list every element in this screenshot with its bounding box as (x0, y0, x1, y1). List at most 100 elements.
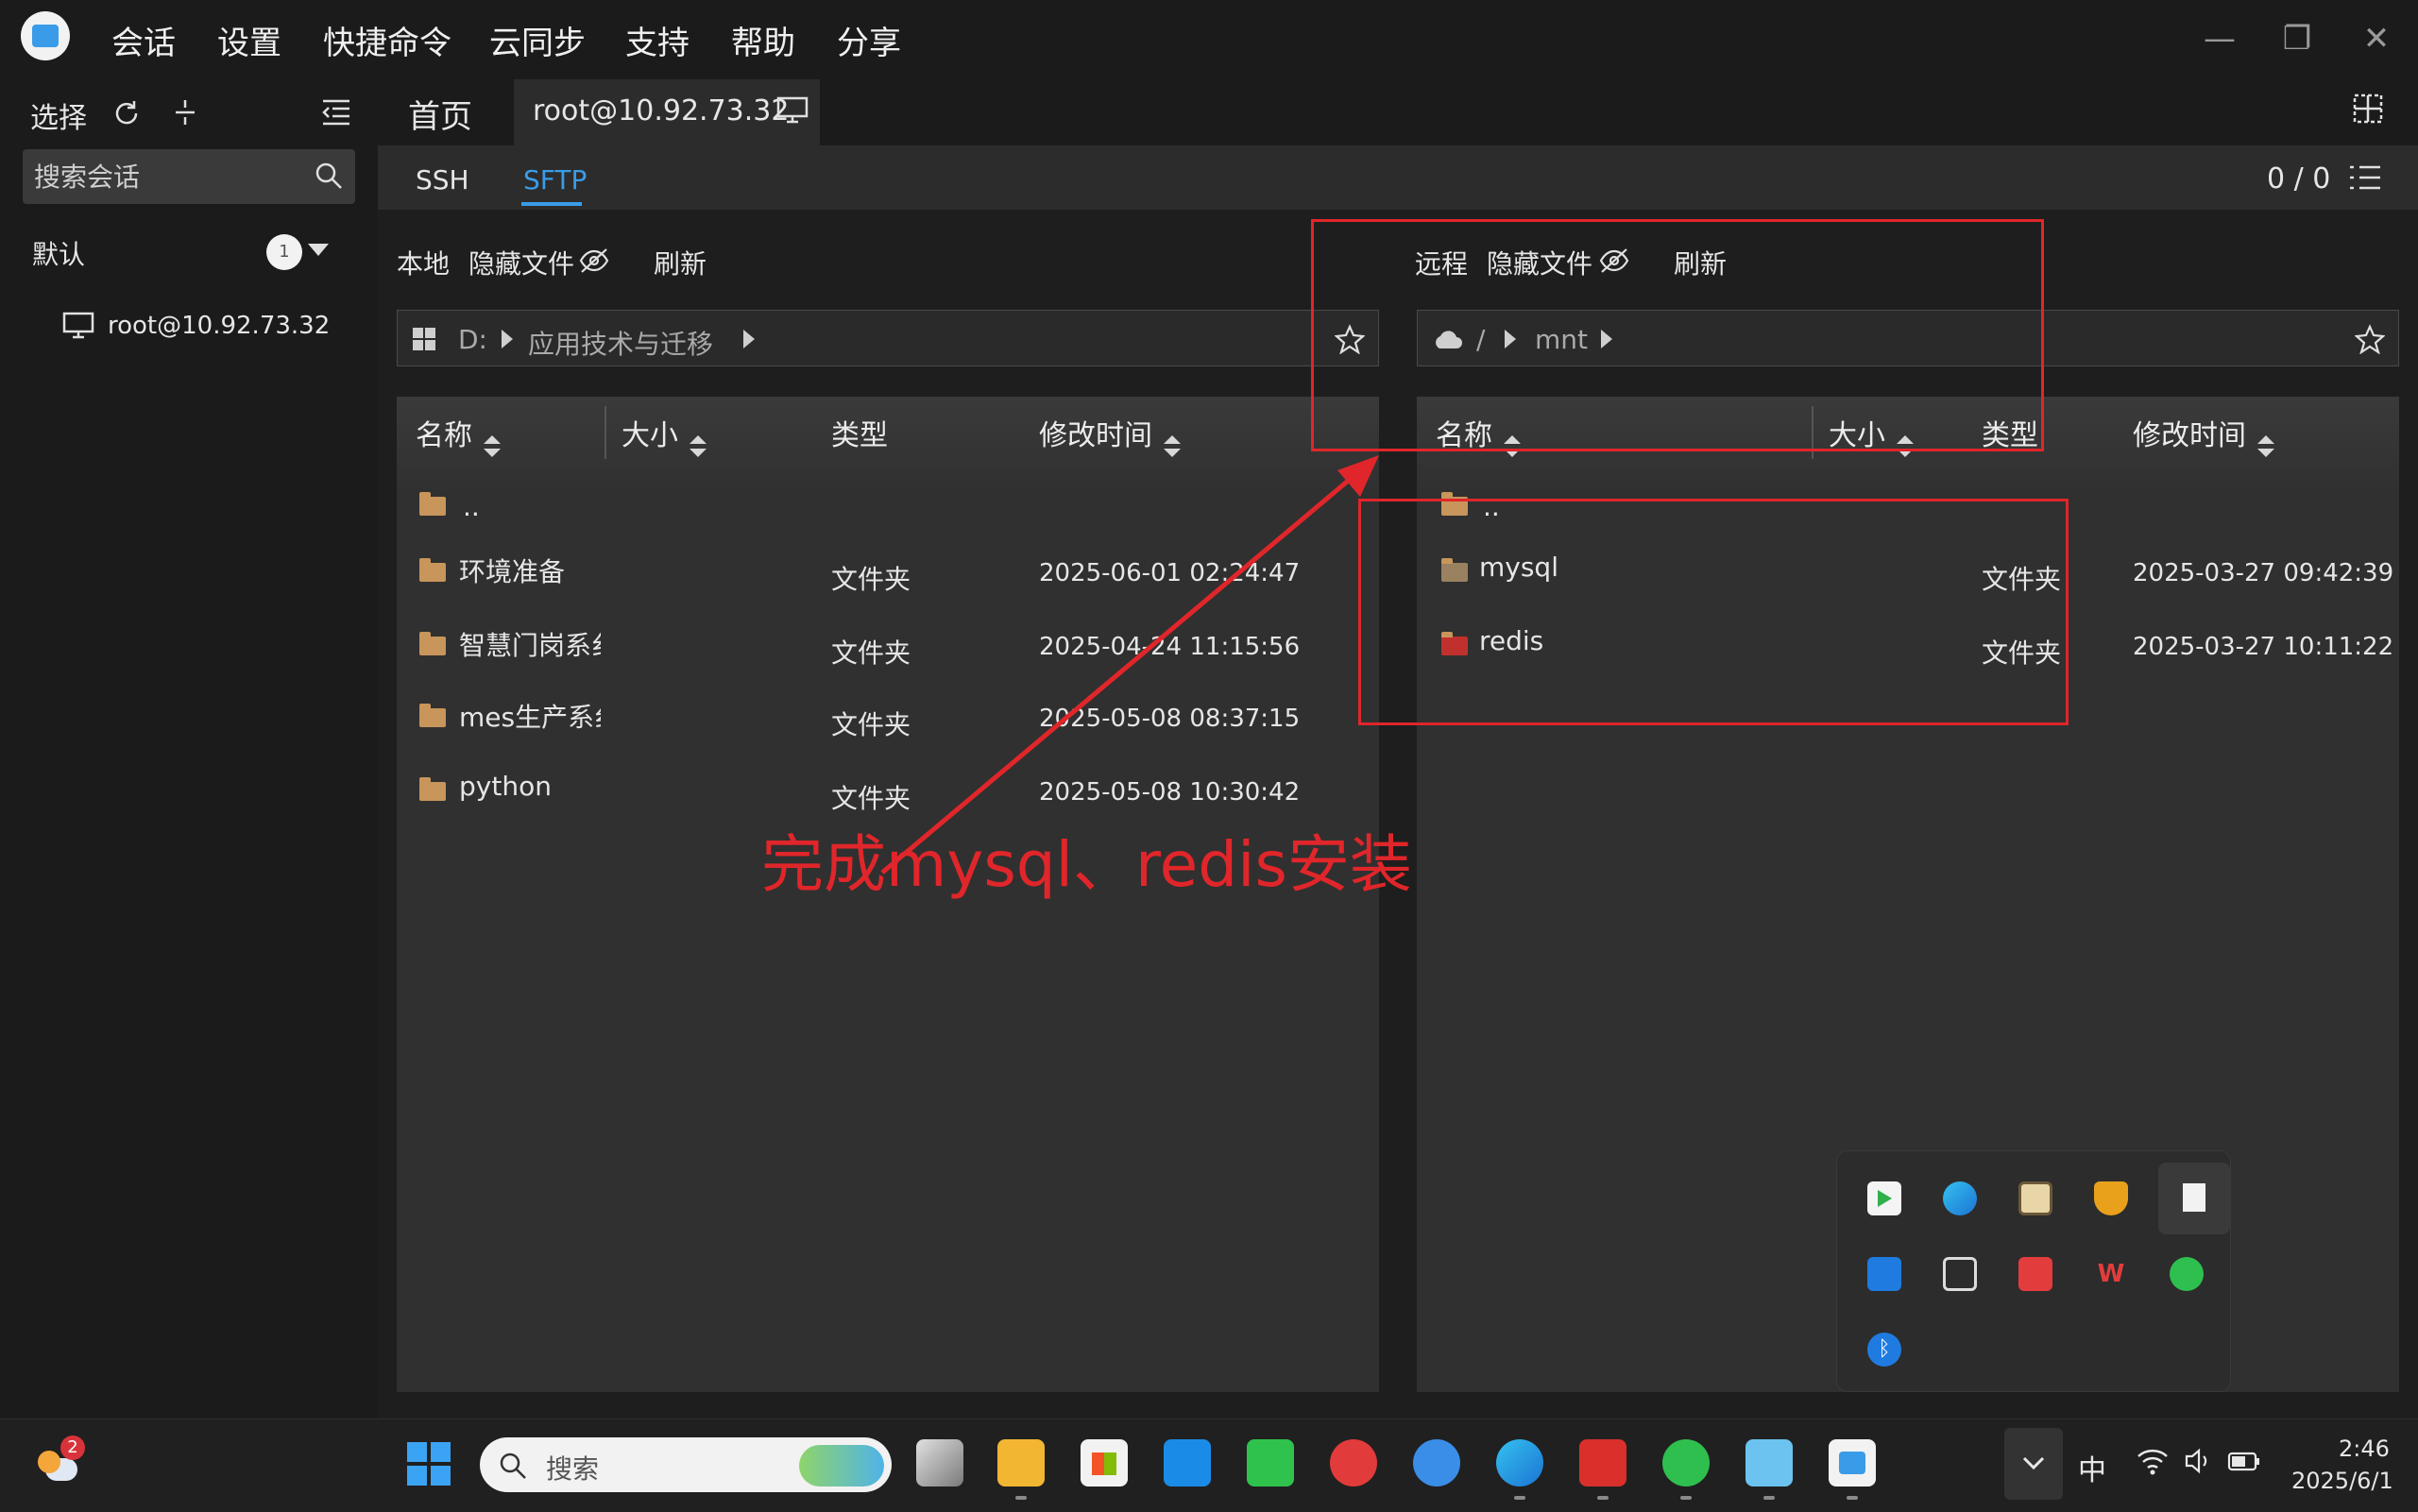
col-mtime[interactable]: 修改时间 (2133, 412, 2274, 457)
running-indicator (1763, 1496, 1775, 1500)
star-icon[interactable] (2355, 324, 2385, 354)
path-separator-icon (743, 330, 755, 348)
chevron-down-icon (2022, 1456, 2045, 1470)
ime-indicator[interactable]: 中 (2078, 1447, 2106, 1488)
tab-ssh[interactable]: SSH (416, 164, 469, 195)
menu-help[interactable]: 帮助 (731, 17, 795, 63)
row-name: mes生产系纟 (459, 702, 601, 733)
col-mtime-label: 修改时间 (2133, 419, 2246, 452)
row-name: .. (463, 491, 480, 522)
tab-sftp[interactable]: SFTP (523, 164, 587, 195)
running-indicator (1514, 1496, 1525, 1500)
path-separator-icon (502, 330, 513, 348)
path-segment-folder[interactable]: 应用技术与迁移 (528, 324, 713, 362)
sidebar (0, 79, 378, 1419)
taskbar-search-placeholder: 搜索 (546, 1453, 600, 1485)
weather-badge: 2 (60, 1436, 85, 1460)
folder-icon (419, 777, 446, 801)
col-size[interactable]: 大小 (622, 412, 707, 457)
edge-icon[interactable] (1943, 1181, 1977, 1215)
ms-store-icon[interactable] (1081, 1439, 1128, 1487)
minimize-button[interactable]: — (2191, 13, 2248, 64)
annotation-arrow (880, 455, 1379, 875)
feishu-icon[interactable] (1867, 1257, 1901, 1291)
col-size-label: 大小 (622, 419, 678, 452)
wechat-icon[interactable] (1662, 1439, 1710, 1487)
eye-off-icon[interactable] (578, 247, 610, 274)
session-search-input[interactable] (32, 157, 300, 196)
collapse-sidebar-icon[interactable] (319, 96, 353, 128)
path-segment-drive[interactable]: D: (458, 324, 487, 355)
layout-grid-icon[interactable] (2352, 93, 2384, 125)
start-icon[interactable] (406, 1441, 451, 1487)
tray-overflow-popup: W ᛒ (1836, 1150, 2231, 1392)
edge-icon[interactable] (1496, 1439, 1543, 1487)
hp-app-icon[interactable] (1164, 1439, 1211, 1487)
local-refresh-button[interactable]: 刷新 (654, 244, 707, 281)
windows-icon (413, 328, 435, 350)
group-name[interactable]: 默认 (32, 234, 85, 272)
row-mtime: 2025-03-27 10:11:22 (2133, 633, 2394, 661)
cloud-music-icon[interactable] (2018, 1257, 2052, 1291)
menu-cloud-sync[interactable]: 云同步 (489, 17, 586, 63)
file-explorer-icon[interactable] (997, 1439, 1045, 1487)
annotation-box-remote-header (1311, 219, 2044, 451)
session-search[interactable] (23, 149, 355, 204)
running-indicator (1597, 1496, 1609, 1500)
session-item[interactable]: root@10.92.73.32 (108, 312, 330, 340)
list-icon[interactable] (2348, 162, 2382, 193)
wps-icon[interactable]: W (2094, 1257, 2128, 1291)
local-hidden-files-toggle[interactable]: 隐藏文件 (468, 244, 574, 281)
close-button[interactable]: ✕ (2348, 13, 2405, 64)
search-icon (500, 1453, 526, 1479)
iqiyi-icon[interactable] (1247, 1439, 1294, 1487)
row-name: 环境准备 (459, 556, 566, 587)
refresh-icon[interactable] (111, 98, 142, 128)
menu-session[interactable]: 会话 (111, 17, 176, 63)
help-app-icon[interactable] (1413, 1439, 1460, 1487)
bookmark-app-icon[interactable] (2158, 1163, 2230, 1234)
app-logo (21, 11, 70, 60)
menu-support[interactable]: 支持 (625, 17, 690, 63)
bluetooth-icon[interactable]: ᛒ (1867, 1333, 1901, 1367)
menu-settings[interactable]: 设置 (217, 17, 281, 63)
tray-overflow-button[interactable] (2004, 1428, 2063, 1500)
tab-home[interactable]: 首页 (408, 91, 472, 137)
clock-time[interactable]: 2:46 (2339, 1436, 2390, 1462)
netease-music-icon[interactable] (1330, 1439, 1377, 1487)
local-path-bar[interactable]: D: 应用技术与迁移 (397, 310, 1379, 366)
wifi-icon[interactable] (2137, 1447, 2169, 1475)
menu-share[interactable]: 分享 (837, 17, 901, 63)
battery-icon[interactable] (2227, 1449, 2261, 1473)
sub-tabs (378, 145, 2418, 210)
video-player-icon[interactable] (1867, 1181, 1901, 1215)
monitor-icon (776, 96, 809, 124)
volume-icon[interactable] (2184, 1447, 2214, 1475)
chevron-down-icon[interactable] (308, 244, 329, 256)
tab-session[interactable]: root@10.92.73.32 (514, 79, 820, 145)
local-label: 本地 (397, 248, 451, 280)
transfer-counter: 0 / 0 (2267, 162, 2331, 195)
menu-quick-commands[interactable]: 快捷命令 (323, 17, 451, 63)
row-mtime: 2025-03-27 09:42:39 (2133, 559, 2394, 587)
split-icon[interactable] (170, 96, 200, 128)
wps-icon[interactable] (1579, 1439, 1626, 1487)
maximize-button[interactable]: ❐ (2269, 13, 2325, 64)
task-view-icon[interactable] (916, 1439, 963, 1487)
running-indicator (1015, 1496, 1027, 1500)
ssh-client-icon[interactable] (1829, 1439, 1876, 1487)
shield-icon[interactable] (2094, 1181, 2128, 1215)
copy-icon[interactable] (1943, 1257, 1977, 1291)
select-label[interactable]: 选择 (30, 94, 87, 136)
folder-icon (419, 492, 446, 516)
search-icon[interactable] (314, 161, 344, 191)
column-divider (604, 406, 606, 459)
notepad-icon[interactable] (1745, 1439, 1793, 1487)
search-highlight-icon (799, 1445, 884, 1487)
window-app-icon[interactable] (2018, 1181, 2052, 1215)
col-name[interactable]: 名称 (416, 412, 501, 457)
clock-date[interactable]: 2025/6/1 (2291, 1468, 2393, 1494)
wechat-icon[interactable] (2170, 1257, 2204, 1291)
taskbar-search[interactable]: 搜索 (480, 1437, 892, 1492)
folder-icon (419, 704, 446, 727)
